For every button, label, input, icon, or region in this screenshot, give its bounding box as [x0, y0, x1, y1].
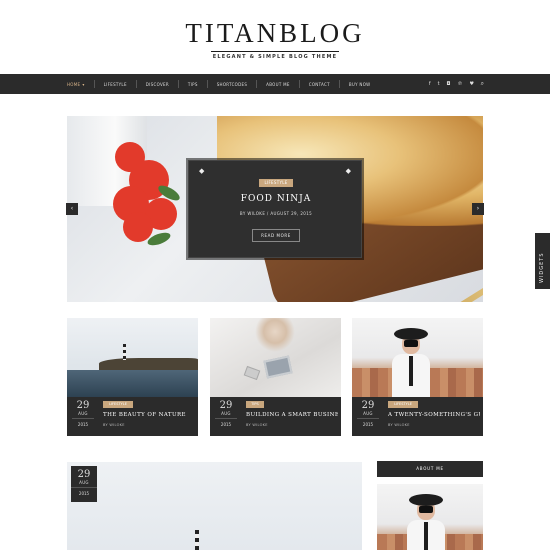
nav-divider	[338, 80, 340, 88]
site-title[interactable]: TITANBLOG	[0, 18, 550, 49]
hero-title[interactable]: FOOD NINJA	[189, 194, 363, 204]
nav-menu: HOME ▾ LIFESTYLE DISCOVER TIPS SHORTCODE…	[67, 74, 379, 94]
featured-post-thumbnail[interactable]: 29 AUG 2015	[67, 462, 362, 550]
nav-item-buy-now[interactable]: BUY NOW	[349, 74, 380, 94]
post-date: 29 AUG 2015	[215, 397, 237, 436]
camera	[404, 340, 418, 347]
hat	[394, 328, 428, 340]
post-author[interactable]: BY WILOKE	[388, 423, 410, 427]
post-title[interactable]: BUILDING A SMART BUSINESS	[246, 412, 338, 418]
chevron-right-icon[interactable]: ›	[472, 203, 484, 215]
post-card[interactable]: 29 AUG 2015 TIPS BUILDING A SMART BUSINE…	[210, 318, 341, 436]
hero-caption-card: ◆ ◆ LIFESTYLE FOOD NINJA BY WILOKE / AUG…	[186, 158, 364, 260]
post-thumbnail[interactable]	[67, 318, 198, 397]
post-month: AUG	[215, 411, 237, 419]
chevron-down-icon: ▾	[82, 81, 85, 87]
about-me-photo	[377, 484, 483, 550]
person	[255, 318, 295, 352]
post-thumbnail[interactable]	[352, 318, 483, 397]
flower	[123, 212, 153, 242]
site-logo[interactable]: TITANBLOG ELEGANT & SIMPLE BLOG THEME	[0, 18, 550, 60]
nav-item-tips[interactable]: TIPS	[188, 74, 207, 94]
heart-icon[interactable]: ♥	[470, 81, 474, 87]
nav-item-contact[interactable]: CONTACT	[309, 74, 339, 94]
post-date: 29 AUG 2015	[71, 466, 97, 502]
post-year: 2015	[220, 422, 232, 427]
post-day: 29	[76, 400, 90, 411]
post-category-badge[interactable]: LIFESTYLE	[388, 401, 418, 408]
nav-item-home[interactable]: HOME ▾	[67, 74, 94, 94]
nav-item-label: DISCOVER	[145, 81, 169, 87]
post-year: 2015	[362, 422, 374, 427]
nav-item-lifestyle[interactable]: LIFESTYLE	[104, 74, 136, 94]
main-nav: HOME ▾ LIFESTYLE DISCOVER TIPS SHORTCODE…	[0, 74, 550, 94]
hat	[409, 494, 443, 506]
chevron-left-icon[interactable]: ‹	[66, 203, 78, 215]
post-title[interactable]: A TWENTY-SOMETHING'S GU…	[388, 412, 480, 418]
post-author[interactable]: BY WILOKE	[103, 423, 125, 427]
read-more-button[interactable]: READ MORE	[252, 229, 300, 242]
nav-divider	[93, 80, 95, 88]
widgets-label: WIDGETS	[539, 252, 545, 283]
camera	[419, 506, 433, 513]
logo-divider	[211, 51, 339, 52]
nav-item-label: ABOUT ME	[266, 81, 290, 87]
post-card[interactable]: 29 AUG 2015 LIFESTYLE A TWENTY-SOMETHING…	[352, 318, 483, 436]
nav-item-label: HOME	[67, 81, 81, 87]
search-icon[interactable]: ⌕	[481, 74, 484, 94]
tie	[409, 356, 413, 386]
post-date: 29 AUG 2015	[72, 397, 94, 436]
nav-item-label: LIFESTYLE	[103, 81, 127, 87]
post-month: AUG	[72, 411, 94, 419]
site-tagline: ELEGANT & SIMPLE BLOG THEME	[212, 54, 338, 60]
pinterest-icon[interactable]: ℗	[458, 81, 463, 87]
pin-icon: ◆	[199, 167, 205, 175]
instagram-icon[interactable]: ◘	[447, 81, 451, 87]
nav-item-label: CONTACT	[308, 81, 330, 87]
social-links: f t ◘ ℗ ♥	[422, 74, 474, 94]
post-meta-bar: 29 AUG 2015 LIFESTYLE THE BEAUTY OF NATU…	[67, 397, 198, 436]
facebook-icon[interactable]: f	[429, 81, 431, 87]
post-date: 29 AUG 2015	[357, 397, 379, 436]
post-title[interactable]: THE BEAUTY OF NATURE	[103, 412, 195, 418]
post-author[interactable]: BY WILOKE	[246, 423, 268, 427]
post-year: 2015	[77, 422, 89, 427]
post-category-badge[interactable]: LIFESTYLE	[103, 401, 133, 408]
post-day: 29	[77, 469, 91, 480]
post-year: 2015	[78, 491, 90, 496]
nav-item-label: BUY NOW	[348, 81, 371, 87]
nav-divider	[256, 80, 258, 88]
nav-item-discover[interactable]: DISCOVER	[146, 74, 178, 94]
lighthouse	[123, 344, 126, 360]
nav-divider	[177, 80, 179, 88]
nav-item-label: SHORTCODES	[216, 81, 248, 87]
sidebar-heading: ABOUT ME	[377, 461, 483, 477]
tie	[424, 522, 428, 550]
post-day: 29	[219, 400, 233, 411]
post-meta-bar: 29 AUG 2015 TIPS BUILDING A SMART BUSINE…	[210, 397, 341, 436]
sea	[67, 370, 198, 397]
hero-category-badge[interactable]: LIFESTYLE	[259, 179, 293, 187]
nav-item-label: TIPS	[187, 81, 198, 87]
nav-divider	[206, 80, 208, 88]
nav-divider	[298, 80, 300, 88]
pin-icon: ◆	[345, 167, 351, 175]
nav-item-about[interactable]: ABOUT ME	[266, 74, 299, 94]
post-day: 29	[361, 400, 375, 411]
post-thumbnail[interactable]	[210, 318, 341, 397]
widgets-toggle[interactable]: WIDGETS	[535, 233, 550, 289]
post-card[interactable]: 29 AUG 2015 LIFESTYLE THE BEAUTY OF NATU…	[67, 318, 198, 436]
nav-divider	[135, 80, 137, 88]
hero-byline: BY WILOKE / AUGUST 29, 2015	[239, 211, 313, 216]
post-month: AUG	[71, 480, 97, 488]
lighthouse	[195, 530, 199, 550]
twitter-icon[interactable]: t	[438, 81, 440, 87]
post-month: AUG	[357, 411, 379, 419]
nav-item-shortcodes[interactable]: SHORTCODES	[217, 74, 256, 94]
post-category-badge[interactable]: TIPS	[246, 401, 264, 408]
post-meta-bar: 29 AUG 2015 LIFESTYLE A TWENTY-SOMETHING…	[352, 397, 483, 436]
